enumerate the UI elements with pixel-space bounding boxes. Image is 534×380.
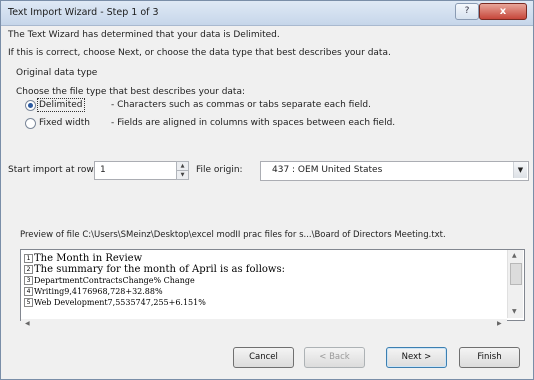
start-row-input[interactable]: 1 [94,161,189,180]
preview-line-text: Web Development7,5535747,255+6.151% [34,298,206,307]
preview-vertical-scrollbar[interactable]: ▲ ▼ [507,250,523,318]
preview-line-text: The Month in Review [34,253,143,264]
preview-line: 4 Writing9,4176968,728+32.88% [24,287,163,297]
preview-caption: Preview of file C:\Users\SMeinz\Desktop\… [20,230,446,240]
file-origin-value: 437 : OEM United States [272,165,383,175]
data-type-group-label: Original data type [16,68,98,78]
intro-line-1: The Text Wizard has determined that your… [8,30,280,40]
preview-line: 5 Web Development7,5535747,255+6.151% [24,298,206,308]
preview-pane[interactable]: 1 The Month in Review 2 The summary for th… [20,249,525,321]
delimited-label[interactable]: Delimited [37,98,85,112]
back-button[interactable]: < Back [304,347,365,368]
title-bar: Text Import Wizard - Step 1 of 3 ? x [1,1,533,26]
preview-line-number: 3 [24,276,33,285]
file-origin-select[interactable]: 437 : OEM United States [260,161,529,181]
preview-line-number: 1 [24,254,33,263]
cancel-button[interactable]: Cancel [233,347,294,368]
preview-line-text: The summary for the month of April is as… [34,264,285,275]
file-type-prompt: Choose the file type that best describes… [16,87,246,97]
delimited-radio[interactable] [25,100,36,111]
preview-line-text: Writing9,4176968,728+32.88% [34,287,163,296]
preview-line: 2 The summary for the month of April is a… [24,265,285,275]
finish-button[interactable]: Finish [459,347,520,368]
fixed-width-label[interactable]: Fixed width [39,118,90,128]
scroll-up-arrow-icon[interactable]: ▲ [512,252,517,259]
preview-line-number: 4 [24,287,33,296]
start-row-value: 1 [100,165,106,175]
scroll-right-arrow-icon[interactable]: ▶ [497,320,502,327]
intro-line-2: If this is correct, choose Next, or choo… [8,48,391,58]
preview-line: 1 The Month in Review [24,254,142,264]
fixed-width-radio[interactable] [25,118,36,129]
help-button[interactable]: ? [455,3,479,20]
close-button[interactable]: x [479,3,527,20]
scroll-thumb[interactable] [510,263,522,285]
delimited-description: - Characters such as commas or tabs sepa… [111,100,371,110]
fixed-width-description: - Fields are aligned in columns with spa… [111,118,396,128]
start-row-label: Start import at row: [8,165,97,175]
preview-horizontal-scrollbar[interactable]: ◀ ▶ [21,319,507,331]
preview-line-text: DepartmentContractsChange% Change [34,276,195,285]
scroll-left-arrow-icon[interactable]: ◀ [25,320,30,327]
spin-down-button[interactable]: ▼ [176,170,189,180]
next-button[interactable]: Next > [386,347,447,368]
scroll-down-arrow-icon[interactable]: ▼ [512,308,517,315]
window-title: Text Import Wizard - Step 1 of 3 [8,7,159,18]
text-import-wizard-dialog: Text Import Wizard - Step 1 of 3 ? x The… [0,0,534,380]
chevron-down-icon[interactable]: ▼ [513,162,527,178]
preview-line-number: 2 [24,265,33,274]
preview-line-number: 5 [24,298,33,307]
file-origin-label: File origin: [196,165,243,175]
preview-line: 3 DepartmentContractsChange% Change [24,276,195,286]
